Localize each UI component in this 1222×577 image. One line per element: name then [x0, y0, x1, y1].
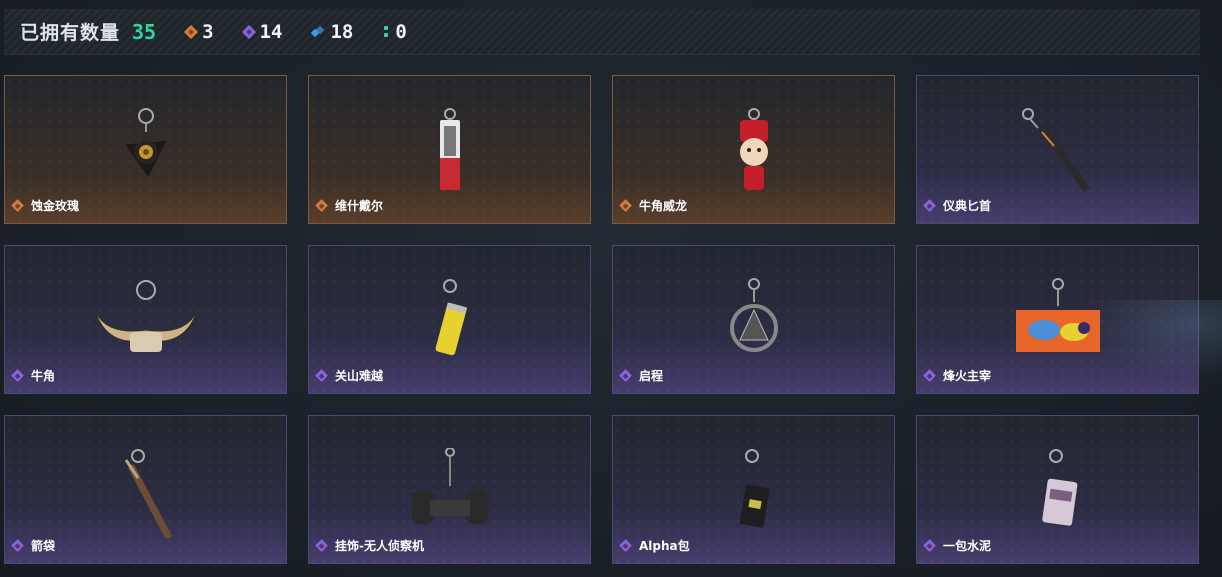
stat-purple: 14 — [241, 20, 283, 43]
item-name: 关山难越 — [335, 369, 384, 383]
item-card[interactable]: 一包水泥 — [916, 415, 1199, 564]
item-name: 挂饰-无人侦察机 — [335, 539, 424, 553]
green-gem-icon — [383, 25, 389, 39]
item-card[interactable]: 牛角威龙 — [612, 75, 895, 224]
item-card[interactable]: 挂饰-无人侦察机 — [308, 415, 591, 564]
item-label: 牛角 — [11, 367, 56, 384]
can-icon — [390, 278, 510, 368]
purple-gem-icon — [11, 539, 24, 552]
item-name: 蚀金玫瑰 — [31, 199, 80, 213]
purple-gem-icon — [619, 539, 632, 552]
purple-gem-icon — [923, 369, 936, 382]
stat-blue-value: 18 — [330, 20, 354, 43]
item-name: Alpha包 — [639, 539, 690, 553]
medallion-icon — [694, 278, 814, 368]
stat-orange-value: 3 — [202, 20, 214, 43]
orange-gem-icon — [619, 199, 632, 212]
purple-gem-icon — [923, 539, 936, 552]
blue-gem-icon — [311, 25, 325, 37]
purple-gem-icon — [619, 369, 632, 382]
item-label: 挂饰-无人侦察机 — [315, 537, 424, 554]
item-label: 箭袋 — [11, 537, 56, 554]
purple-gem-icon — [923, 199, 936, 212]
purple-gem-icon — [315, 539, 328, 552]
item-label: 维什戴尔 — [315, 197, 384, 214]
lightning-glow — [1082, 300, 1222, 380]
dagger-icon — [998, 108, 1118, 198]
item-label: 蚀金玫瑰 — [11, 197, 80, 214]
chibi-doll-icon — [694, 108, 814, 198]
stat-green: 0 — [383, 20, 407, 43]
item-name: 一包水泥 — [943, 539, 992, 553]
orange-gem-icon — [315, 199, 328, 212]
item-name: 启程 — [639, 369, 664, 383]
header-bar: 已拥有数量 35 3 14 18 0 — [4, 9, 1200, 55]
item-name: 烽火主宰 — [943, 369, 992, 383]
item-card[interactable]: 启程 — [612, 245, 895, 394]
item-label: 启程 — [619, 367, 664, 384]
purple-gem-icon — [11, 369, 24, 382]
item-card[interactable]: 牛角 — [4, 245, 287, 394]
orange-gem-icon — [184, 24, 199, 39]
collection-panel: 已拥有数量 35 3 14 18 0 蚀金玫瑰 维什戴尔 牛角威龙 仪典匕首牛角 关山难… — [0, 0, 1222, 577]
item-name: 牛角威龙 — [639, 199, 688, 213]
stat-orange: 3 — [184, 20, 214, 43]
purple-gem-icon — [315, 369, 328, 382]
stat-green-value: 0 — [395, 20, 407, 43]
purple-gem-icon — [241, 24, 256, 39]
item-label: 牛角威龙 — [619, 197, 688, 214]
item-label: 仪典匕首 — [923, 197, 992, 214]
figure-box-icon — [390, 108, 510, 198]
item-card[interactable]: 维什戴尔 — [308, 75, 591, 224]
pouch-icon — [694, 448, 814, 538]
item-card[interactable]: 蚀金玫瑰 — [4, 75, 287, 224]
drone-icon — [390, 447, 510, 538]
quiver-icon — [86, 448, 206, 540]
item-label: 一包水泥 — [923, 537, 992, 554]
owned-count-label: 已拥有数量 — [20, 22, 121, 44]
owned-total: 35 — [132, 19, 157, 44]
stat-purple-value: 14 — [259, 20, 283, 43]
item-name: 维什戴尔 — [335, 199, 384, 213]
item-card[interactable]: 关山难越 — [308, 245, 591, 394]
stat-blue: 18 — [311, 20, 354, 43]
item-name: 仪典匕首 — [943, 199, 992, 213]
item-card[interactable]: Alpha包 — [612, 415, 895, 564]
item-label: 烽火主宰 — [923, 367, 992, 384]
cement-bag-icon — [998, 448, 1118, 538]
item-card[interactable]: 箭袋 — [4, 415, 287, 564]
item-label: 关山难越 — [315, 367, 384, 384]
orange-gem-icon — [11, 199, 24, 212]
bull-horns-icon — [86, 278, 206, 368]
item-name: 牛角 — [31, 369, 56, 383]
item-name: 箭袋 — [31, 539, 56, 553]
item-card[interactable]: 仪典匕首 — [916, 75, 1199, 224]
item-label: Alpha包 — [619, 537, 690, 554]
rose-pendant-icon — [86, 108, 206, 198]
